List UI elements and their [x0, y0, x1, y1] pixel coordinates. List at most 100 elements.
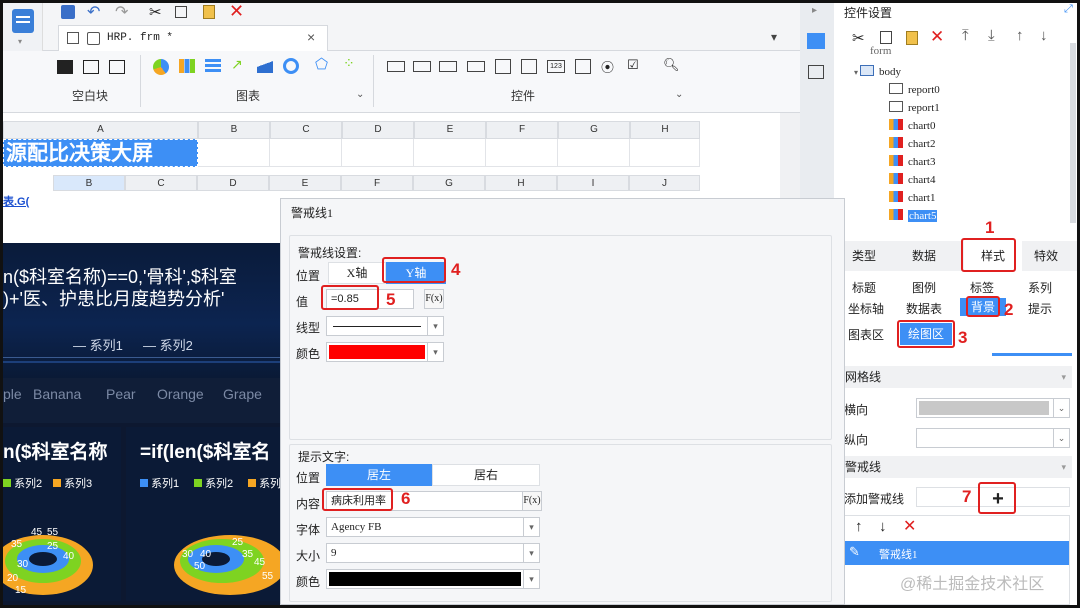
col-header-a[interactable]: A [3, 121, 198, 139]
chevron-down-icon[interactable]: ▾ [523, 569, 539, 589]
button-control-icon[interactable] [387, 61, 405, 72]
sub-col-j[interactable]: J [629, 175, 700, 191]
chevron-down-icon[interactable]: ▾ [427, 342, 443, 362]
horizontal-grid-select[interactable]: ⌄ [916, 398, 1070, 418]
textarea-control-icon[interactable] [575, 59, 591, 74]
cell[interactable] [630, 139, 700, 167]
scatter-chart-icon[interactable]: ⁘ [343, 55, 355, 72]
alert-section-header[interactable]: 警戒线 ▾ [843, 456, 1072, 478]
subtab-series[interactable]: 系列 [1028, 279, 1052, 296]
vertical-grid-select[interactable]: ⌄ [916, 428, 1070, 448]
move-top-icon[interactable]: ⤒ [962, 27, 969, 44]
col-header-b[interactable]: B [198, 121, 270, 139]
cell[interactable] [270, 139, 342, 167]
alert-list-item[interactable]: ✎ 警戒线1 [845, 541, 1069, 565]
pie-chart-icon[interactable] [153, 59, 169, 75]
chevron-down-icon[interactable]: ▾ [523, 543, 539, 563]
blank-block-icon[interactable] [57, 60, 73, 74]
tree-scrollbar[interactable] [1070, 43, 1076, 223]
area-chart-icon[interactable] [257, 59, 273, 73]
tree-item-chart1[interactable]: chart1 [889, 191, 935, 204]
label-control-icon[interactable] [413, 61, 431, 72]
paste-icon[interactable] [203, 5, 215, 19]
hint-right-button[interactable]: 居右 [432, 464, 540, 486]
gauge-chart-icon[interactable] [283, 58, 299, 74]
grid-section-header[interactable]: 网格线 ▾ [843, 366, 1072, 388]
sub-col-e[interactable]: E [269, 175, 341, 191]
blank-split-icon[interactable] [83, 60, 99, 74]
tab-data[interactable]: 数据 [912, 247, 936, 264]
col-header-e[interactable]: E [414, 121, 486, 139]
sub-col-f[interactable]: F [341, 175, 413, 191]
hint-color-select[interactable]: ▾ [326, 569, 540, 589]
tree-item-chart5[interactable]: chart5 [889, 209, 938, 222]
tab-effect[interactable]: 特效 [1034, 247, 1058, 264]
sub-col-i[interactable]: I [557, 175, 629, 191]
tree-item-body[interactable]: ▾ body [854, 65, 901, 78]
tab-type[interactable]: 类型 [852, 247, 876, 264]
cell[interactable] [414, 139, 486, 167]
content-formula-button[interactable]: F(x) [522, 491, 542, 511]
radar-chart-icon[interactable]: ⬠ [315, 55, 328, 73]
paste-icon[interactable] [906, 31, 918, 45]
col-header-g[interactable]: G [558, 121, 630, 139]
resize-icon[interactable]: ⤢ [1064, 3, 1073, 16]
tree-item-chart2[interactable]: chart2 [889, 137, 935, 150]
x-axis-button[interactable]: X轴 [328, 262, 386, 284]
sub-col-b[interactable]: B [53, 175, 125, 191]
subtab-label[interactable]: 标签 [970, 279, 994, 296]
subtab-title[interactable]: 标题 [852, 279, 876, 296]
chevron-down-icon[interactable]: ▾ [427, 316, 443, 336]
move-up-icon[interactable]: ↑ [855, 518, 863, 535]
radio-control-icon[interactable]: ⦿ [601, 57, 614, 76]
subtab-tooltip[interactable]: 提示 [1028, 300, 1052, 317]
size-select[interactable]: 9 ▾ [326, 543, 540, 563]
number-control-icon[interactable]: 123 [547, 60, 565, 73]
control-more-icon[interactable]: ⌄ [675, 89, 683, 100]
tree-item-report0[interactable]: report0 [889, 83, 940, 96]
cell[interactable] [558, 139, 630, 167]
title-cell[interactable]: 源配比决策大屏 [3, 139, 198, 167]
chart-more-icon[interactable]: ⌄ [356, 89, 364, 100]
area-tab-chart[interactable]: 图表区 [848, 326, 884, 343]
redo-icon[interactable]: ↷ [115, 2, 128, 22]
col-header-f[interactable]: F [486, 121, 558, 139]
chevron-down-icon[interactable]: ⌄ [1053, 428, 1069, 448]
tab-menu-icon[interactable]: ▾ [771, 30, 777, 44]
line-color-select[interactable]: ▾ [326, 342, 444, 362]
chart-canvas-top[interactable]: n($科室名称)==0,'骨科',$科室 )+'医、护患比月度趋势分析' — 系… [3, 243, 280, 378]
tree-item-form[interactable]: form [870, 45, 891, 57]
delete-icon[interactable]: ✕ [903, 516, 916, 536]
linetype-select[interactable]: ▾ [326, 316, 444, 336]
delete-icon[interactable]: ✕ [229, 1, 244, 22]
save-icon[interactable] [61, 5, 75, 19]
combobox-control-icon[interactable] [467, 61, 485, 72]
close-tab-icon[interactable]: × [307, 29, 315, 45]
chart-panel-left[interactable]: n($科室名称 系列2 系列3 45 55 35 25 40 30 20 15 [3, 427, 121, 601]
move-down-icon[interactable]: ↓ [1040, 27, 1048, 44]
font-select[interactable]: Agency FB ▾ [326, 517, 540, 537]
textbox-control-icon[interactable] [439, 61, 457, 72]
checkbox-control-icon[interactable]: ☑ [627, 57, 639, 73]
hbar-chart-icon[interactable] [205, 59, 221, 73]
cut-icon[interactable]: ✂ [852, 29, 865, 47]
chart-panel-right[interactable]: =if(len($科室名 系列1 系列2 系列 30 40 50 25 35 4… [126, 427, 280, 601]
col-header-c[interactable]: C [270, 121, 342, 139]
value-formula-button[interactable]: F(x) [424, 289, 444, 309]
delete-icon[interactable]: ✕ [930, 27, 944, 47]
expand-arrow-icon[interactable]: ▸ [812, 5, 817, 16]
search-control-icon[interactable]: 🔍︎ [663, 57, 680, 73]
col-header-h[interactable]: H [630, 121, 700, 139]
bar-chart-icon[interactable] [179, 59, 195, 73]
layout-icon[interactable] [808, 65, 824, 79]
cut-icon[interactable]: ✂ [149, 3, 162, 21]
move-down-icon[interactable]: ↓ [879, 518, 887, 535]
formula-cell[interactable]: 表.G( [3, 193, 29, 209]
cell[interactable] [486, 139, 558, 167]
col-header-d[interactable]: D [342, 121, 414, 139]
sub-col-d[interactable]: D [197, 175, 269, 191]
copy-icon[interactable] [880, 31, 892, 44]
subtab-legend[interactable]: 图例 [912, 279, 936, 296]
subtab-datasheet[interactable]: 数据表 [906, 300, 942, 317]
hint-left-button[interactable]: 居左 [326, 464, 432, 486]
